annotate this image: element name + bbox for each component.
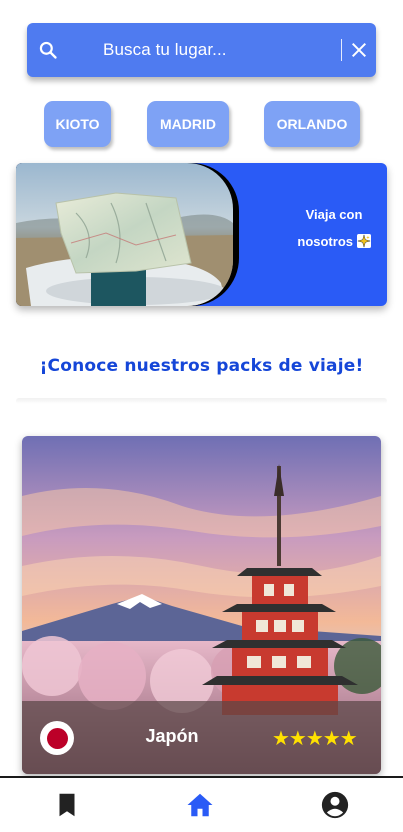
rating-stars: ★★★★★: [272, 726, 358, 750]
banner-line1: Viaja con: [305, 207, 363, 222]
search-bar[interactable]: Busca tu lugar...: [27, 23, 376, 77]
section-heading: ¡Conoce nuestros packs de viaje!: [39, 356, 364, 376]
banner-line2-label: nosotros: [297, 234, 353, 249]
card-country: Japón: [145, 726, 199, 746]
card-footer: Japón ★★★★★: [22, 701, 381, 774]
destination-card-japan[interactable]: Japón ★★★★★: [22, 436, 381, 774]
bottom-nav: [0, 776, 403, 832]
banner-line2: nosotros: [286, 228, 382, 255]
promo-banner[interactable]: Viaja con nosotros: [16, 163, 387, 306]
city-chip-kioto[interactable]: KIOTO: [44, 101, 111, 147]
city-chip-orlando[interactable]: ORLANDO: [264, 101, 360, 147]
japan-flag-circle: [46, 727, 68, 749]
city-chip-madrid[interactable]: MADRID: [147, 101, 229, 147]
account-icon[interactable]: [320, 790, 350, 820]
banner-text: Viaja con nosotros: [286, 201, 382, 255]
traveler-with-map-photo: [16, 163, 233, 306]
japan-flag: [40, 721, 74, 755]
search-divider: [341, 39, 342, 61]
bookmark-icon[interactable]: [52, 790, 82, 820]
section-divider: [16, 398, 387, 404]
close-icon[interactable]: [350, 41, 368, 59]
search-icon[interactable]: [38, 40, 58, 60]
search-input[interactable]: Busca tu lugar...: [103, 40, 227, 60]
home-icon[interactable]: [185, 790, 215, 820]
sparkles-icon: [356, 234, 371, 248]
